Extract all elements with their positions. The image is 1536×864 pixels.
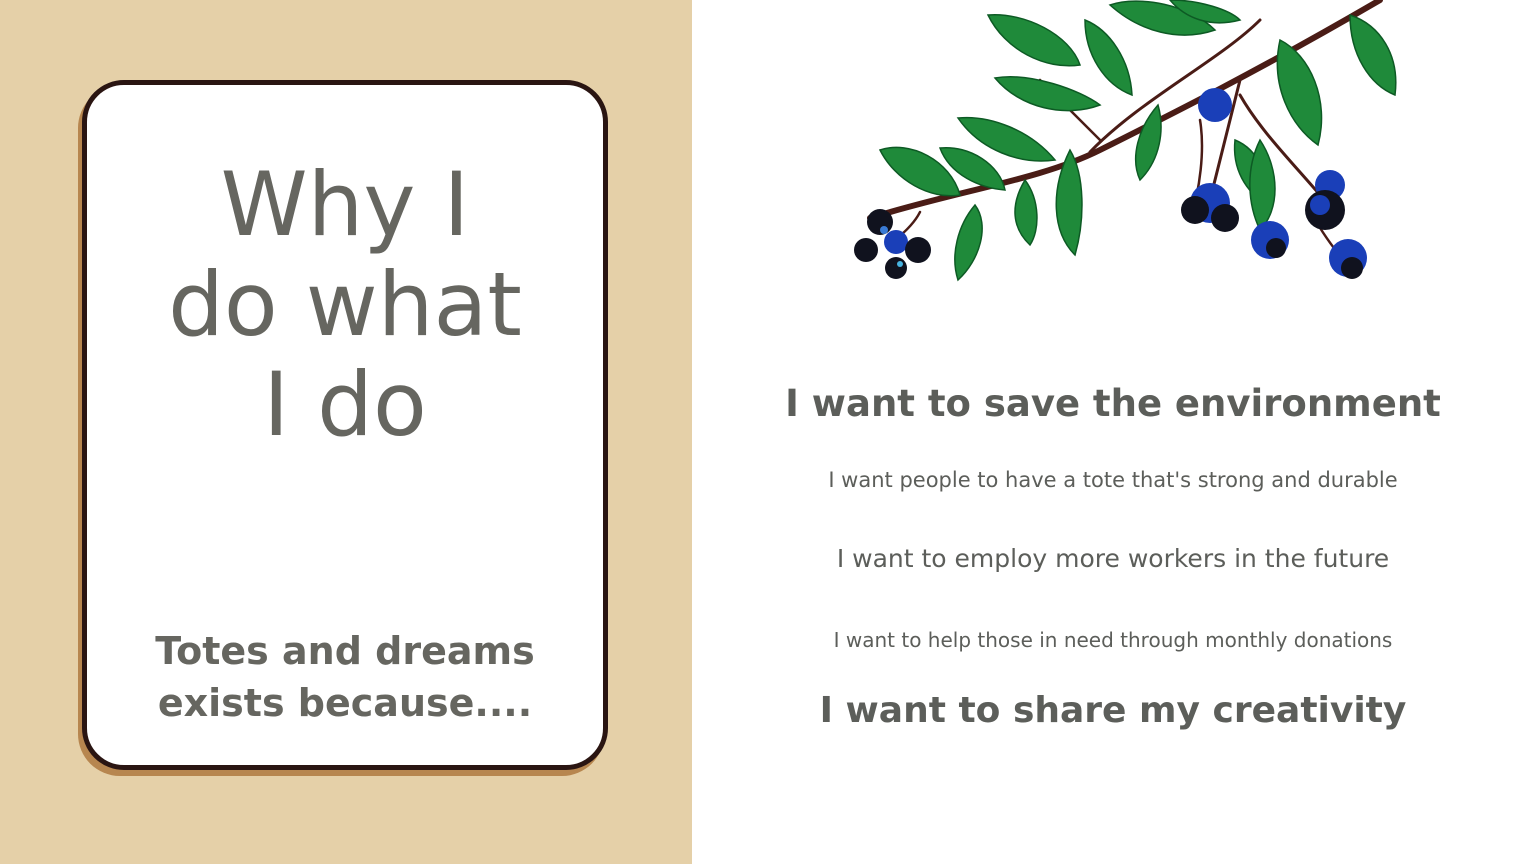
reason-employ-workers: I want to employ more workers in the fut… xyxy=(836,544,1390,573)
reason-durable-tote: I want people to have a tote that's stro… xyxy=(828,468,1398,492)
card-title-line: Why I xyxy=(220,153,470,256)
berry-branch-illustration xyxy=(854,0,1397,282)
card-title-line: I do xyxy=(263,353,427,456)
left-panel: Why I do what I do Totes and dreams exis… xyxy=(0,0,692,864)
card-title-line: do what xyxy=(168,253,522,356)
reason-save-environment: I want to save the environment xyxy=(785,382,1441,425)
card-subtitle-line: Totes and dreams xyxy=(155,629,535,673)
reason-monthly-donations: I want to help those in need through mon… xyxy=(833,628,1393,652)
card-title: Why I do what I do xyxy=(147,155,543,455)
title-card: Why I do what I do Totes and dreams exis… xyxy=(82,80,608,770)
card-subtitle-line: exists because.... xyxy=(157,681,533,725)
leaves xyxy=(878,0,1397,282)
berries-left-cluster xyxy=(854,209,931,279)
reason-share-creativity: I want to share my creativity xyxy=(819,690,1407,731)
card-subtitle: Totes and dreams exists because.... xyxy=(107,625,583,729)
